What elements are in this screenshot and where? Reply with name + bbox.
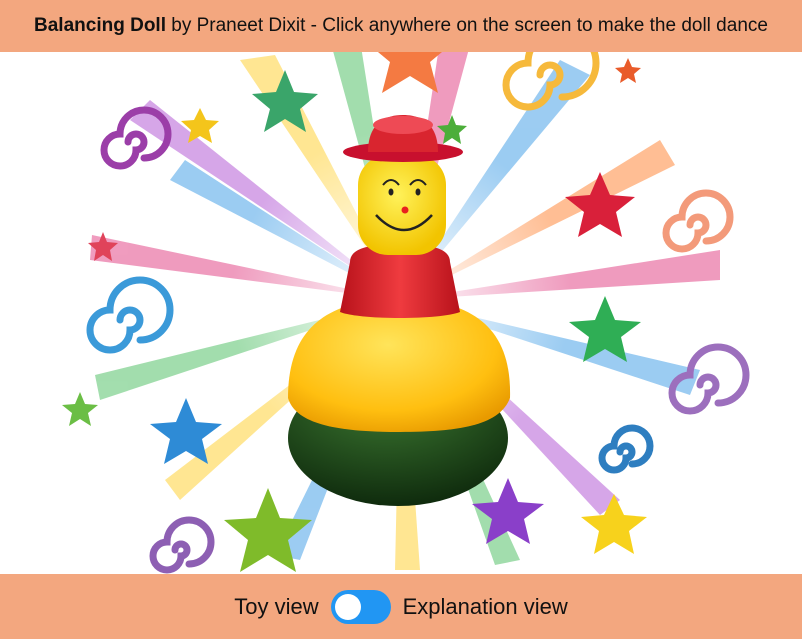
explanation-view-label: Explanation view (402, 593, 568, 619)
swirl-violet (668, 343, 750, 415)
doll-left-eye (388, 188, 394, 196)
doll-nose (401, 206, 409, 214)
doll-collar (340, 244, 460, 318)
swirl-peach (662, 189, 734, 253)
app-title: Balancing Doll (34, 15, 166, 36)
view-switch-bar: Toy view Explanation view (0, 574, 802, 639)
swirl-blue-small (598, 424, 654, 474)
star-green-left (62, 392, 98, 426)
swirl-blue (86, 276, 174, 354)
toggle-knob[interactable] (334, 593, 361, 620)
doll-right-eye (415, 188, 421, 196)
doll-hat-top (373, 116, 433, 134)
toy-view-label: Toy view (234, 593, 319, 619)
star-orange-small (615, 58, 641, 83)
swirl-purple-small (149, 516, 215, 574)
doll-face (358, 155, 446, 255)
app-subtitle: by Praneet Dixit - Click anywhere on the… (165, 15, 768, 36)
doll-scene[interactable] (0, 0, 802, 639)
view-toggle-switch[interactable] (330, 589, 391, 624)
app-header: Balancing Doll by Praneet Dixit - Click … (0, 0, 802, 52)
